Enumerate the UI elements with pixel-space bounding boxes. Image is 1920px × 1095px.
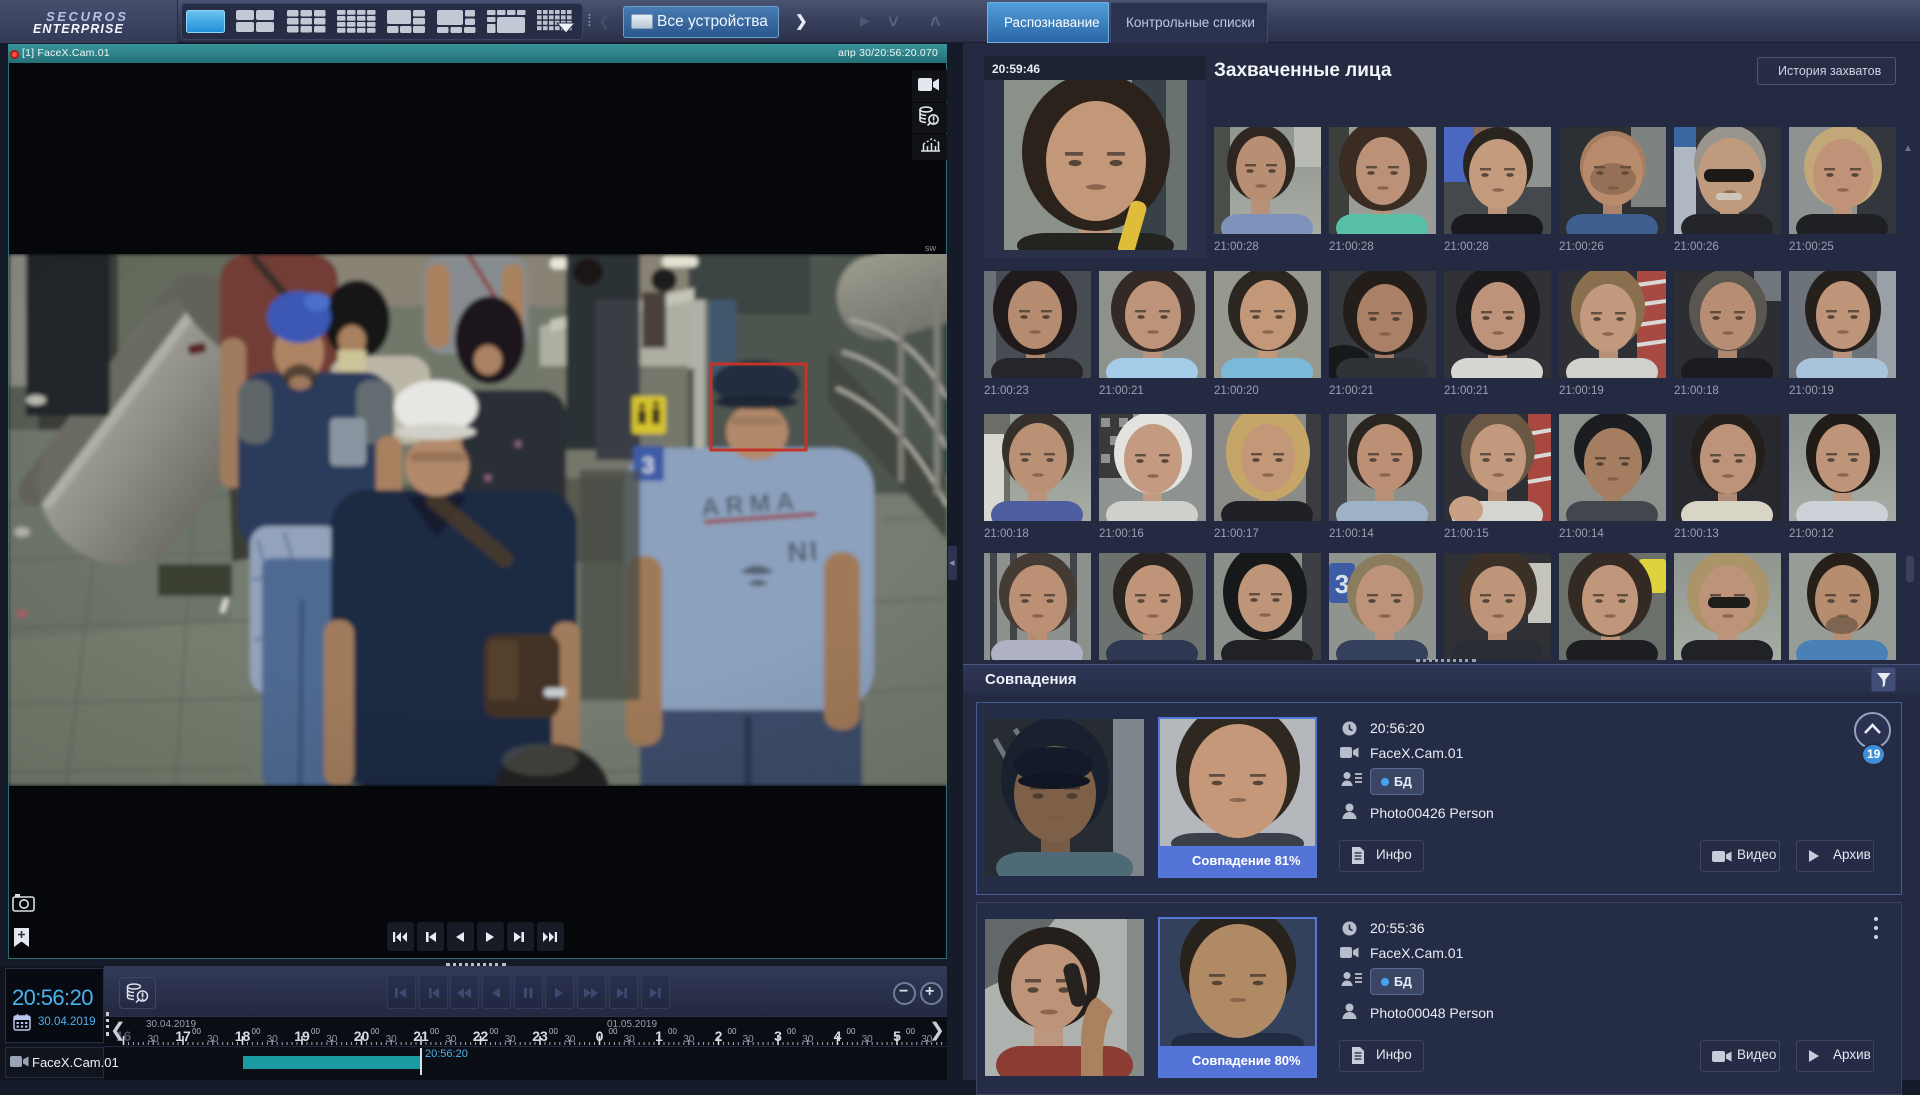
svg-text:00: 00 bbox=[371, 1027, 380, 1036]
svg-text:00: 00 bbox=[847, 1027, 856, 1036]
svg-text:00: 00 bbox=[192, 1027, 201, 1036]
svg-text:00: 00 bbox=[490, 1027, 499, 1036]
svg-text:00: 00 bbox=[787, 1027, 796, 1036]
svg-text:00: 00 bbox=[728, 1027, 737, 1036]
svg-text:00: 00 bbox=[311, 1027, 320, 1036]
svg-text:00: 00 bbox=[430, 1027, 439, 1036]
svg-text:00: 00 bbox=[668, 1027, 677, 1036]
svg-text:00: 00 bbox=[252, 1027, 261, 1036]
svg-text:00: 00 bbox=[549, 1027, 558, 1036]
svg-text:00: 00 bbox=[906, 1027, 915, 1036]
svg-text:00: 00 bbox=[609, 1027, 618, 1036]
